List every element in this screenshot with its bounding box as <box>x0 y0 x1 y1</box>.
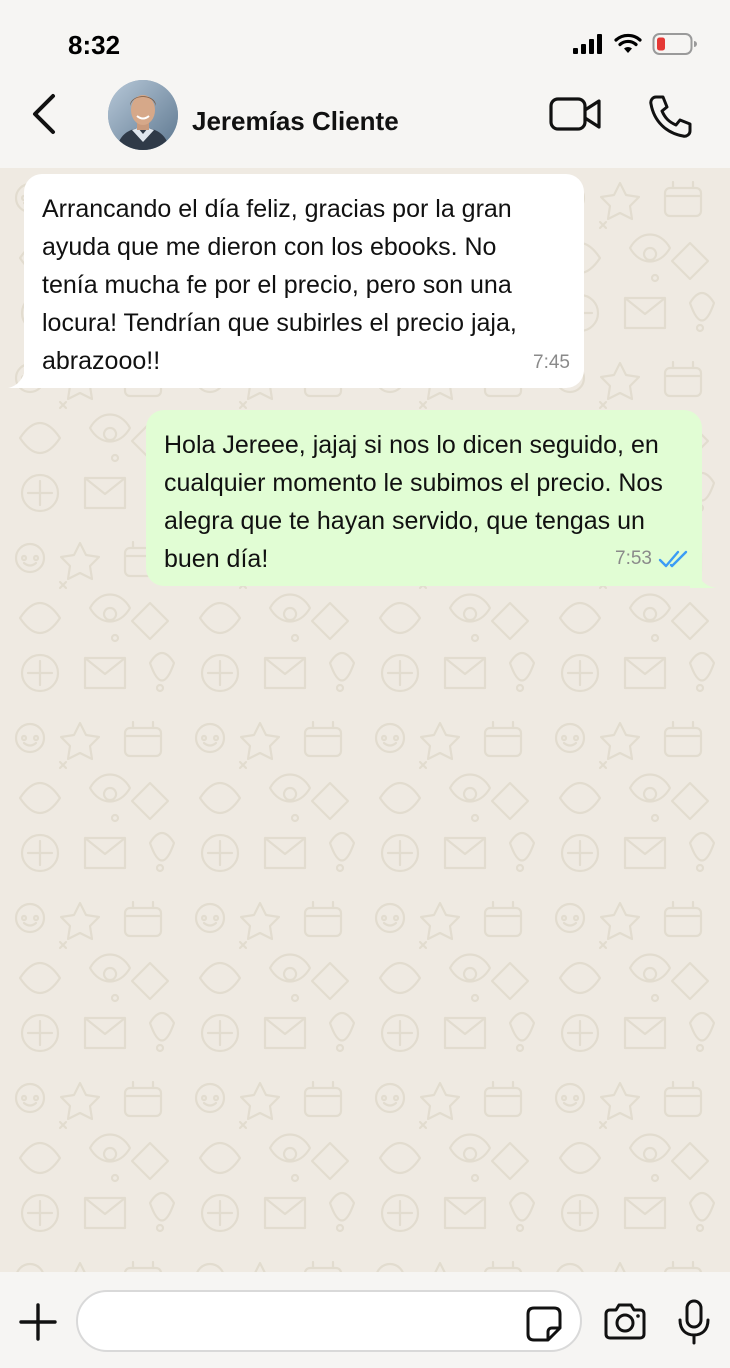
message-time: 7:45 <box>533 344 570 382</box>
message-bubble-outgoing[interactable]: Hola Jereee, jajaj si nos lo dicen segui… <box>146 410 702 586</box>
microphone-button[interactable] <box>676 1298 712 1346</box>
camera-button[interactable] <box>602 1302 648 1342</box>
video-call-button[interactable] <box>548 92 604 136</box>
message-input[interactable] <box>76 1290 582 1352</box>
microphone-icon <box>678 1299 710 1345</box>
message-text: Arrancando el día feliz, gracias por la … <box>42 195 517 375</box>
back-button[interactable] <box>24 92 64 136</box>
sticker-button[interactable] <box>524 1304 564 1344</box>
battery-low-icon <box>652 32 698 56</box>
plus-icon <box>19 1303 57 1341</box>
message-time: 7:53 <box>615 540 690 578</box>
chat-header: Jeremías Cliente <box>0 80 730 168</box>
camera-icon <box>604 1303 646 1340</box>
sticker-icon <box>526 1306 562 1342</box>
cellular-signal-icon <box>572 33 604 55</box>
chevron-left-icon <box>33 94 55 134</box>
chat-area[interactable]: Arrancando el día feliz, gracias por la … <box>0 168 730 1272</box>
contact-name[interactable]: Jeremías Cliente <box>192 106 399 137</box>
voice-call-button[interactable] <box>646 92 694 140</box>
status-icons <box>572 32 698 56</box>
message-text: Hola Jereee, jajaj si nos lo dicen segui… <box>164 431 663 573</box>
message-time-label: 7:45 <box>533 352 570 373</box>
status-time: 8:32 <box>68 30 121 60</box>
message-time-label: 7:53 <box>615 548 652 569</box>
avatar[interactable] <box>108 80 178 150</box>
input-bar <box>0 1272 730 1368</box>
wifi-icon <box>614 33 642 55</box>
status-bar: 8:32 <box>0 0 730 80</box>
video-camera-icon <box>549 97 601 131</box>
attach-button[interactable] <box>18 1302 58 1342</box>
message-bubble-incoming[interactable]: Arrancando el día feliz, gracias por la … <box>24 174 584 388</box>
phone-icon <box>649 95 692 138</box>
double-check-icon <box>658 550 688 568</box>
